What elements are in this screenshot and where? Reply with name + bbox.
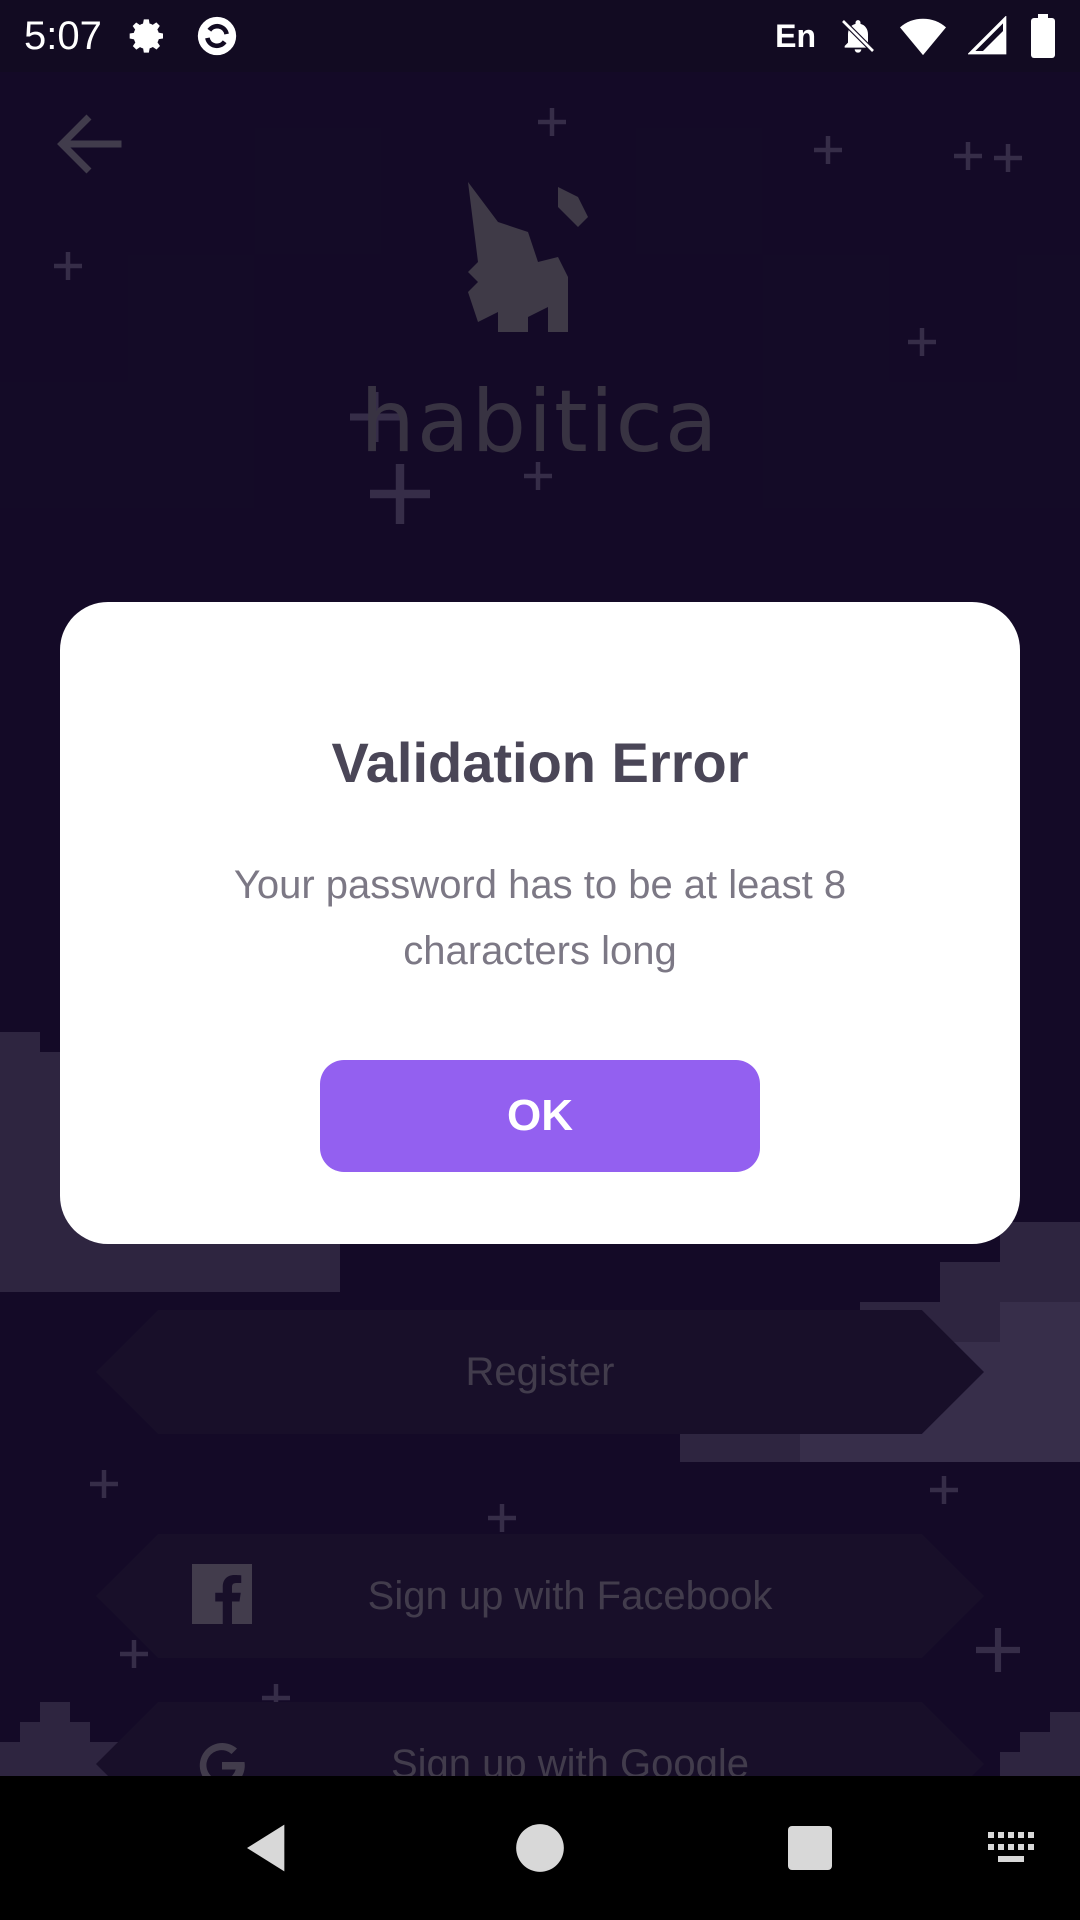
status-bar: 5:07 En <box>0 0 1080 72</box>
nav-keyboard-button[interactable] <box>976 1812 1048 1884</box>
sync-icon <box>194 13 240 59</box>
navigation-bar <box>0 1776 1080 1920</box>
wifi-icon <box>900 16 946 56</box>
ok-button[interactable]: OK <box>320 1060 760 1172</box>
status-time: 5:07 <box>24 13 102 58</box>
home-icon <box>516 1824 564 1872</box>
ok-button-label: OK <box>507 1091 573 1140</box>
nav-recents-button[interactable] <box>774 1812 846 1884</box>
bell-off-icon <box>838 16 878 56</box>
signal-icon <box>968 16 1008 56</box>
keyboard-icon <box>988 1832 1034 1862</box>
recents-icon <box>788 1826 832 1870</box>
nav-home-button[interactable] <box>504 1812 576 1884</box>
battery-icon <box>1030 14 1056 58</box>
dialog-title: Validation Error <box>331 731 749 794</box>
gear-icon <box>128 16 168 56</box>
validation-error-dialog: Validation Error Your password has to be… <box>60 602 1020 1244</box>
dialog-message: Your password has to be at least 8 chara… <box>233 863 847 973</box>
nav-back-button[interactable] <box>232 1812 304 1884</box>
back-icon <box>247 1824 285 1872</box>
language-indicator: En <box>775 17 816 54</box>
